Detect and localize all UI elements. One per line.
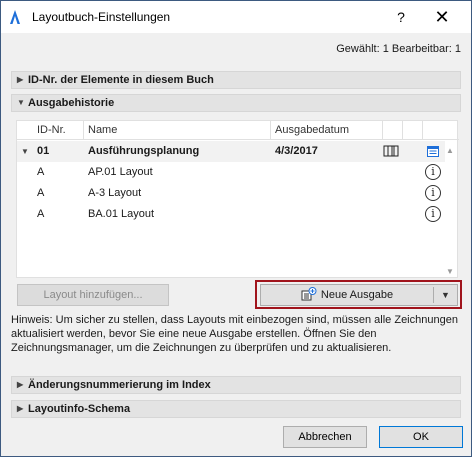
scroll-up-arrow-icon[interactable]: ▲ bbox=[446, 146, 454, 155]
window-title: Layoutbuch-Einstellungen bbox=[32, 10, 171, 24]
section-issue-history-label: Ausgabehistorie bbox=[28, 97, 115, 109]
new-issue-split-button[interactable]: Neue Ausgabe ▼ bbox=[260, 284, 458, 306]
issue-group-row[interactable]: ▼ 01 Ausführungsplanung 4/3/2017 bbox=[17, 141, 445, 162]
add-layout-button[interactable]: Layout hinzufügen... bbox=[17, 284, 169, 306]
info-icon[interactable]: i bbox=[425, 206, 441, 222]
close-button[interactable]: ✕ bbox=[427, 4, 457, 30]
title-bar: Layoutbuch-Einstellungen ? ✕ bbox=[1, 1, 471, 33]
section-layout-info-schema-label: Layoutinfo-Schema bbox=[28, 403, 131, 415]
info-icon[interactable]: i bbox=[425, 185, 441, 201]
issue-history-table: ID-Nr. Name Ausgabedatum ▼ 01 Ausführung… bbox=[16, 120, 459, 278]
column-header-id[interactable]: ID-Nr. bbox=[37, 124, 66, 136]
issue-id: 01 bbox=[37, 145, 50, 157]
table-row[interactable]: A BA.01 Layout i bbox=[17, 204, 445, 225]
layout-name: A-3 Layout bbox=[88, 187, 142, 199]
layout-id: A bbox=[37, 208, 45, 220]
section-layout-info-schema[interactable]: ▶ Layoutinfo-Schema bbox=[11, 400, 461, 418]
column-header-date[interactable]: Ausgabedatum bbox=[275, 124, 349, 136]
new-issue-label: Neue Ausgabe bbox=[320, 289, 394, 301]
selection-summary: Gewählt: 1 Bearbeitbar: 1 bbox=[336, 43, 461, 55]
layout-id: A bbox=[37, 187, 45, 199]
section-id-numbers-label: ID-Nr. der Elemente in diesem Buch bbox=[28, 74, 214, 86]
layout-name: AP.01 Layout bbox=[88, 166, 153, 178]
ok-button[interactable]: OK bbox=[379, 426, 463, 448]
section-issue-history[interactable]: ▼ Ausgabehistorie bbox=[11, 94, 461, 112]
collapse-triangle-icon[interactable]: ▼ bbox=[21, 147, 29, 156]
issue-date: 4/3/2017 bbox=[275, 145, 318, 157]
column-header-name[interactable]: Name bbox=[88, 124, 117, 136]
help-button[interactable]: ? bbox=[390, 6, 412, 28]
issue-name: Ausführungsplanung bbox=[88, 145, 200, 157]
layout-name: BA.01 Layout bbox=[88, 208, 155, 220]
new-issue-icon bbox=[301, 287, 317, 301]
expand-triangle-icon: ▶ bbox=[17, 404, 24, 413]
table-header: ID-Nr. Name Ausgabedatum bbox=[17, 121, 459, 140]
table-row[interactable]: A A-3 Layout i bbox=[17, 183, 445, 204]
scroll-down-arrow-icon[interactable]: ▼ bbox=[446, 267, 454, 276]
expand-triangle-icon: ▶ bbox=[17, 380, 24, 389]
section-id-numbers[interactable]: ▶ ID-Nr. der Elemente in diesem Buch bbox=[11, 71, 461, 89]
new-issue-button[interactable]: Neue Ausgabe bbox=[261, 285, 433, 305]
dropdown-arrow-icon[interactable]: ▼ bbox=[434, 285, 457, 305]
table-row[interactable]: A AP.01 Layout i bbox=[17, 162, 445, 183]
layout-id: A bbox=[37, 166, 45, 178]
layout-book-icon[interactable] bbox=[383, 145, 399, 157]
issue-details-icon[interactable] bbox=[427, 146, 439, 157]
archicad-logo-icon bbox=[10, 10, 20, 24]
hint-text: Hinweis: Um sicher zu stellen, dass Layo… bbox=[11, 314, 458, 354]
expand-triangle-icon: ▶ bbox=[17, 75, 24, 84]
section-revision-numbering-label: Änderungsnummerierung im Index bbox=[28, 379, 211, 391]
collapse-triangle-icon: ▼ bbox=[17, 98, 25, 107]
section-revision-numbering[interactable]: ▶ Änderungsnummerierung im Index bbox=[11, 376, 461, 394]
cancel-button[interactable]: Abbrechen bbox=[283, 426, 367, 448]
info-icon[interactable]: i bbox=[425, 164, 441, 180]
layout-book-settings-dialog: Layoutbuch-Einstellungen ? ✕ Gewählt: 1 … bbox=[0, 0, 472, 457]
